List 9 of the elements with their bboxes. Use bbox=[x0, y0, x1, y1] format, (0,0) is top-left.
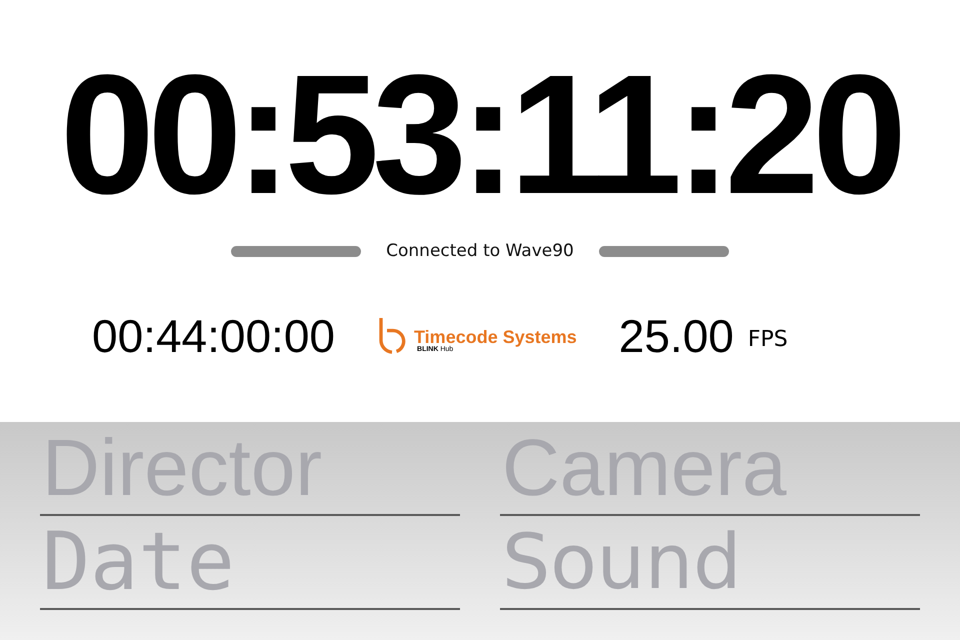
connection-status: Connected to Wave90 bbox=[386, 240, 574, 262]
offset-timecode: 00:44:00:00 bbox=[92, 310, 336, 362]
brand-name: Timecode Systems bbox=[414, 328, 577, 346]
frame-rate-unit: FPS bbox=[748, 327, 788, 353]
frame-rate: 25.00 bbox=[618, 310, 734, 362]
entry-field[interactable]: Date bbox=[40, 516, 460, 610]
main-timecode: 00:53:11:20 bbox=[60, 45, 900, 225]
logo-icon bbox=[379, 318, 408, 354]
entry-field[interactable]: Sound bbox=[500, 516, 920, 610]
